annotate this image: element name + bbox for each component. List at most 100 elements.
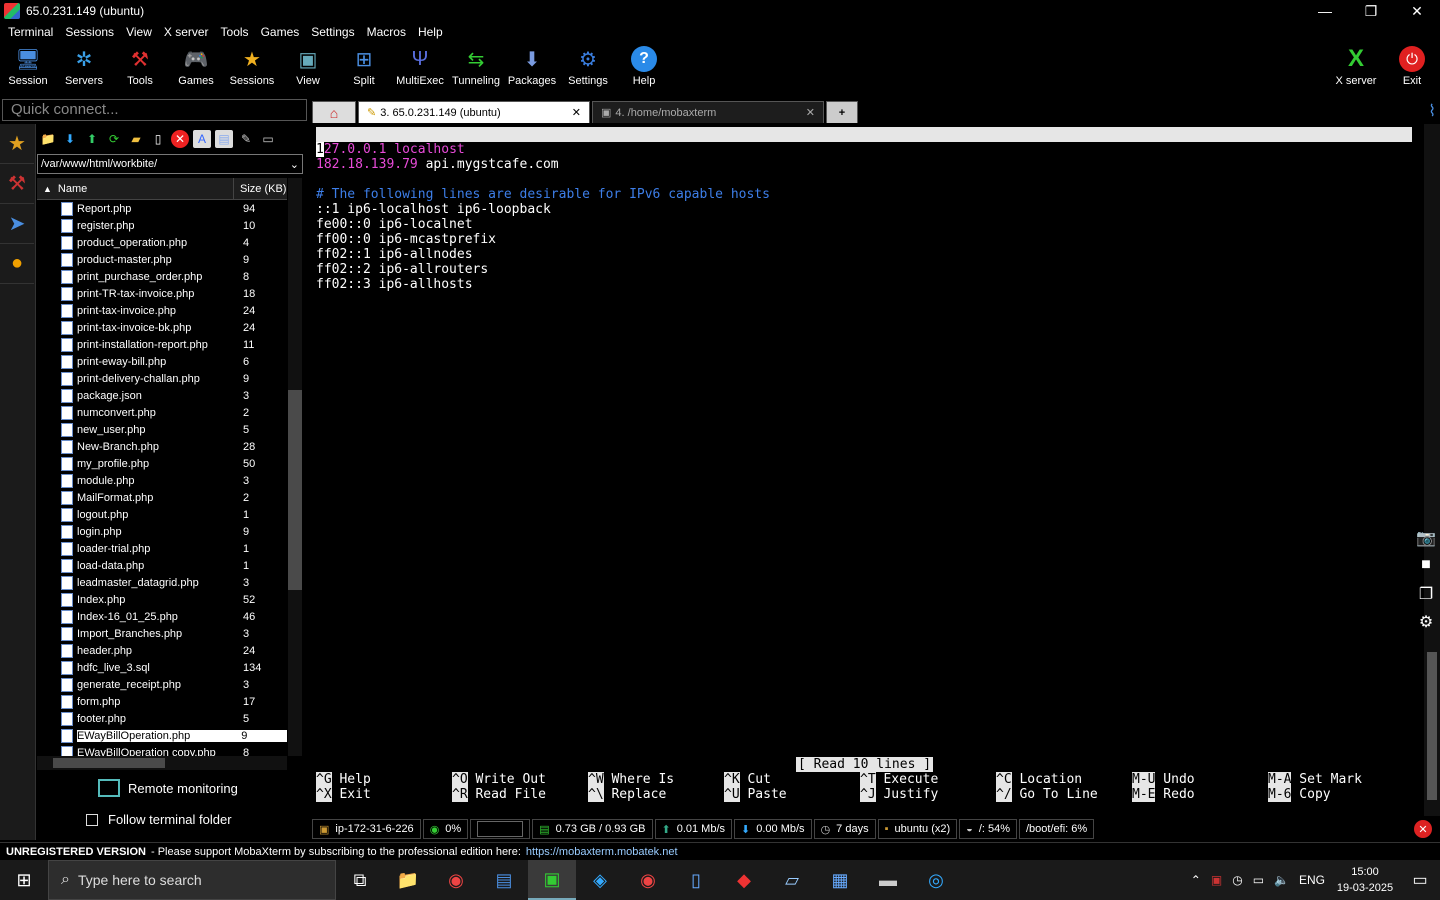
file-row[interactable]: numconvert.php 2 [37,404,287,421]
remote-monitoring-button[interactable]: Remote monitoring [98,779,238,797]
file-row[interactable]: print-eway-bill.php 6 [37,353,287,370]
file-row[interactable]: hdfc_live_3.sql 134 [37,659,287,676]
file-row[interactable]: register.php 10 [37,217,287,234]
chevron-up-icon[interactable]: ⌃ [1191,873,1201,887]
follow-folder-checkbox[interactable]: Follow terminal folder [86,812,232,827]
file-row[interactable]: New-Branch.php 28 [37,438,287,455]
tools-wand-icon[interactable]: ✎ [237,130,255,148]
sessions-button[interactable]: ★ Sessions [224,42,280,96]
tunneling-button[interactable]: ⇆ Tunneling [448,42,504,96]
file-row[interactable]: print-TR-tax-invoice.php 18 [37,285,287,302]
scrollbar-thumb[interactable] [288,390,302,590]
close-tab-icon[interactable]: ✕ [806,106,815,119]
file-row[interactable]: generate_receipt.php 3 [37,676,287,693]
camera-icon[interactable]: 📷 [1414,528,1438,547]
menu-games[interactable]: Games [255,25,306,39]
session-button[interactable]: 🖥 Session [0,42,56,96]
servers-button[interactable]: ✲ Servers [56,42,112,96]
chevron-down-icon[interactable]: ⌄ [290,158,299,171]
terminal-view[interactable]: GNU nano 6.2 /etc/hosts 127.0.0.1 localh… [312,124,1424,816]
file-row[interactable]: print-tax-invoice-bk.php 24 [37,319,287,336]
file-row[interactable]: new_user.php 5 [37,421,287,438]
gear-icon[interactable]: ⚙ [1414,612,1438,631]
macros-icon[interactable]: ● [0,244,34,284]
close-tab-icon[interactable]: ✕ [572,106,581,119]
nano-buffer[interactable]: 127.0.0.1 localhost 182.18.139.79 api.myg… [316,142,770,292]
task-view-icon[interactable]: ⧉ [336,860,384,900]
file-row[interactable]: module.php 3 [37,472,287,489]
file-row[interactable]: print-tax-invoice.php 24 [37,302,287,319]
restore-button[interactable]: ❐ [1348,0,1394,22]
file-row[interactable]: print-installation-report.php 11 [37,336,287,353]
attach-icon[interactable]: ⌇ [1428,101,1436,121]
menu-settings[interactable]: Settings [305,25,360,39]
file-row[interactable]: form.php 17 [37,693,287,710]
menu-xserver[interactable]: X server [158,25,215,39]
checkbox[interactable] [86,813,98,826]
tools-side-icon[interactable]: ⚒ [0,164,34,204]
cmd-icon[interactable]: ▬ [864,860,912,900]
rename-icon[interactable]: A [193,130,211,148]
view-button[interactable]: ▣ View [280,42,336,96]
menu-sessions[interactable]: Sessions [59,25,120,39]
xserver-button[interactable]: XX server [1328,42,1384,96]
file-row[interactable]: package.json 3 [37,387,287,404]
minimize-button[interactable]: — [1302,0,1348,22]
file-row[interactable]: Index-16_01_25.php 46 [37,608,287,625]
help-button[interactable]: ? Help [616,42,672,96]
mobaxterm-task-icon[interactable]: ▣ [528,860,576,900]
file-row[interactable]: logout.php 1 [37,506,287,523]
file-row[interactable]: print-delivery-challan.php 9 [37,370,287,387]
file-row[interactable]: login.php 9 [37,523,287,540]
file-row[interactable]: header.php 24 [37,642,287,659]
file-row[interactable]: print_purchase_order.php 8 [37,268,287,285]
new-folder-icon[interactable]: ▰ [127,130,145,148]
refresh-icon[interactable]: ⟳ [105,130,123,148]
file-row[interactable]: load-data.php 1 [37,557,287,574]
language-indicator[interactable]: ENG [1299,873,1325,887]
download-icon[interactable]: ⬇ [61,130,79,148]
size-column-header[interactable]: Size (KB) [234,183,286,195]
new-file-icon[interactable]: ▯ [149,130,167,148]
remote-desktop-icon[interactable]: ▤ [480,860,528,900]
folder-up-icon[interactable]: 📁 [39,130,57,148]
file-row[interactable]: leadmaster_datagrid.php 3 [37,574,287,591]
camera-tray-icon[interactable]: ◷ [1232,873,1242,887]
close-button[interactable]: ✕ [1394,0,1440,22]
teamviewer-icon[interactable]: ◎ [912,860,960,900]
security-icon[interactable]: ▣ [1211,873,1222,887]
file-row[interactable]: Import_Branches.php 3 [37,625,287,642]
file-row[interactable]: product_operation.php 4 [37,234,287,251]
quick-connect-input[interactable]: Quick connect... [2,99,307,121]
file-row[interactable]: my_profile.php 50 [37,455,287,472]
start-button[interactable]: ⊞ [0,860,48,900]
document-icon[interactable]: ▯ [672,860,720,900]
menu-view[interactable]: View [120,25,158,39]
chrome-profile-icon[interactable]: ◉ [624,860,672,900]
menu-terminal[interactable]: Terminal [2,25,59,39]
path-field[interactable]: /var/www/html/workbite/ ⌄ [37,154,303,174]
menu-macros[interactable]: Macros [361,25,412,39]
file-list-hscrollbar[interactable] [37,756,287,770]
sessions-star-icon[interactable]: ★ [0,124,34,164]
vscode-icon[interactable]: ◈ [576,860,624,900]
packages-button[interactable]: ⬇ Packages [504,42,560,96]
sftp-send-icon[interactable]: ➤ [0,204,34,244]
new-tab-button[interactable]: + [826,101,858,123]
permissions-icon[interactable]: ▤ [215,130,233,148]
video-icon[interactable]: ■ [1414,556,1438,574]
multiexec-button[interactable]: Ψ MultiExec [392,42,448,96]
volume-icon[interactable]: 🔈 [1274,873,1289,887]
file-row[interactable]: product-master.php 9 [37,251,287,268]
subscribe-link[interactable]: https://mobaxterm.mobatek.net [526,846,678,858]
file-row[interactable]: Index.php 52 [37,591,287,608]
file-list-scrollbar[interactable] [288,178,302,756]
tools-button[interactable]: ⚒ Tools [112,42,168,96]
file-row[interactable]: MailFormat.php 2 [37,489,287,506]
file-row[interactable]: EWayBillOperation copy.php 8 [37,744,287,756]
anydesk-icon[interactable]: ◆ [720,860,768,900]
notepad-icon[interactable]: ▱ [768,860,816,900]
terminal-icon[interactable]: ▭ [259,130,277,148]
clock[interactable]: 15:00 19-03-2025 [1330,864,1400,896]
taskbar-search[interactable]: ⌕ Type here to search [48,860,336,900]
